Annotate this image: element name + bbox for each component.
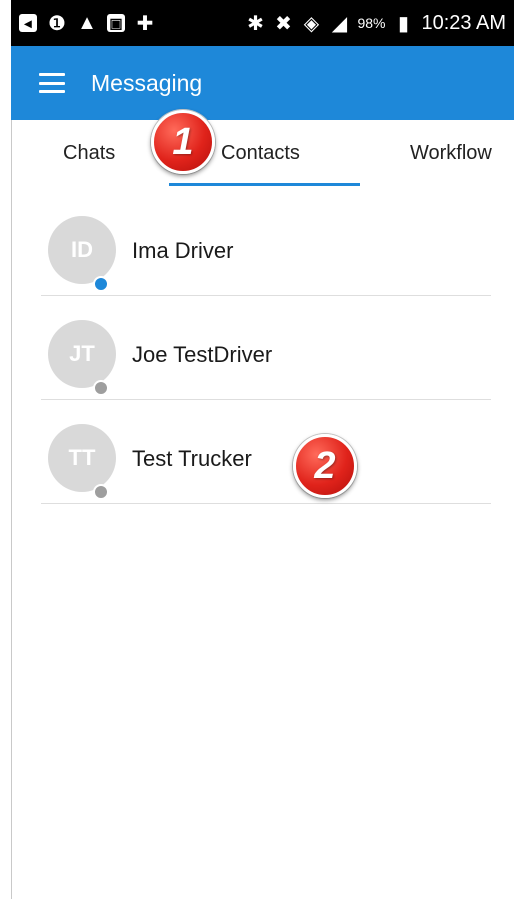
signal-icon: ◢ (331, 12, 348, 35)
contact-row[interactable]: JT Joe TestDriver (11, 296, 514, 400)
screen: ◂ ❶ ▲ ▣ ✚ ✱ ✖ ◈ ◢ 98% ▮ 10:23 AM Messagi… (0, 0, 514, 899)
contact-row[interactable]: ID Ima Driver (11, 192, 514, 296)
status-icons-left: ◂ ❶ ▲ ▣ ✚ (19, 11, 155, 35)
status-time: 10:23 AM (421, 11, 506, 34)
battery-percent: 98% (357, 15, 386, 31)
contact-name: Joe TestDriver (132, 342, 273, 367)
hamburger-menu-icon[interactable] (39, 73, 65, 93)
app-title: Messaging (91, 69, 203, 96)
contact-row[interactable]: TT Test Trucker (11, 400, 514, 504)
avatar: JT (48, 320, 116, 388)
contact-list: ID Ima Driver JT Joe TestDriver TT Test … (11, 192, 514, 504)
divider (41, 503, 491, 504)
mute-icon: ✖ (275, 12, 292, 35)
presence-offline-icon (93, 484, 109, 500)
tab-workflow[interactable]: Workflow (410, 142, 492, 165)
status-bar: ◂ ❶ ▲ ▣ ✚ ✱ ✖ ◈ ◢ 98% ▮ 10:23 AM (11, 0, 514, 46)
callout-badge-2: 2 (293, 434, 357, 498)
image-icon: ▣ (107, 14, 125, 32)
bluetooth-icon: ✱ (247, 12, 264, 35)
active-tab-indicator (169, 183, 360, 186)
tab-contacts[interactable]: Contacts (221, 142, 300, 165)
presence-offline-icon (93, 380, 109, 396)
alert-icon: ❶ (48, 12, 66, 35)
tab-bar: Chats Contacts Workflow (11, 120, 514, 192)
app-bar: Messaging (11, 46, 514, 120)
avatar: ID (48, 216, 116, 284)
battery-icon: ▮ (397, 12, 409, 35)
contact-name: Test Trucker (132, 446, 252, 471)
tab-chats[interactable]: Chats (63, 142, 115, 165)
avatar: TT (48, 424, 116, 492)
wifi-icon: ◈ (303, 12, 320, 35)
notification-icon: ◂ (19, 14, 37, 32)
presence-online-icon (93, 276, 109, 292)
warning-icon: ▲ (77, 11, 97, 34)
callout-badge-1: 1 (151, 110, 215, 174)
contact-name: Ima Driver (132, 238, 234, 263)
add-icon: ✚ (136, 12, 154, 35)
status-icons-right: ✱ ✖ ◈ ◢ 98% ▮ 10:23 AM (245, 12, 506, 35)
